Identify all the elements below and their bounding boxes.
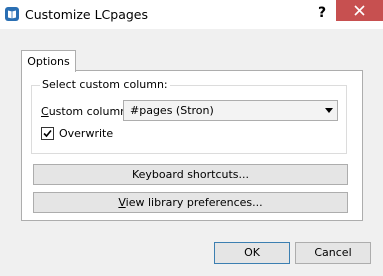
- ok-button[interactable]: OK: [214, 242, 290, 264]
- chevron-down-icon: [325, 108, 333, 113]
- keyboard-shortcuts-button[interactable]: Keyboard shortcuts...: [33, 164, 348, 185]
- window-title: Customize LCpages: [25, 7, 149, 22]
- overwrite-label[interactable]: Overwrite: [59, 127, 113, 140]
- checkmark-icon: [43, 129, 52, 138]
- tab-options[interactable]: Options: [21, 50, 76, 72]
- dialog-window: Customize LCpages ? Options Select custo…: [0, 0, 383, 276]
- view-library-preferences-button[interactable]: View library preferences...: [33, 192, 348, 213]
- custom-column-select-value: #pages (Stron): [130, 104, 214, 117]
- overwrite-checkbox[interactable]: [41, 127, 54, 140]
- custom-column-label-rest: ustom column:: [48, 105, 131, 118]
- help-button[interactable]: ?: [311, 3, 333, 23]
- custom-column-label-mnemonic: C: [41, 105, 49, 118]
- tab-options-label: Options: [27, 55, 70, 68]
- group-title: Select custom column:: [40, 78, 170, 91]
- custom-column-label: Custom column:: [41, 105, 131, 118]
- book-icon: [5, 7, 19, 21]
- custom-column-select[interactable]: #pages (Stron): [123, 100, 338, 121]
- view-prefs-mnemonic: V: [118, 196, 126, 209]
- view-prefs-rest: iew library preferences...: [125, 196, 263, 209]
- cancel-button[interactable]: Cancel: [295, 242, 371, 264]
- close-icon: [354, 5, 365, 16]
- title-bar: Customize LCpages ?: [0, 0, 383, 29]
- close-button[interactable]: [336, 0, 383, 21]
